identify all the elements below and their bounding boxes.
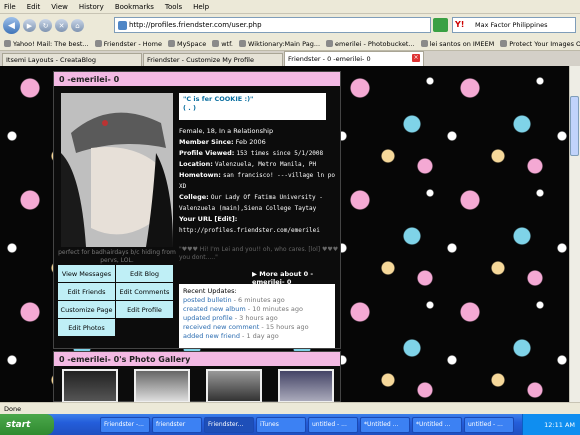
menu-help[interactable]: Help <box>193 3 209 11</box>
gallery-header: 0 -emerilei- 0's Photo Gallery <box>54 352 340 366</box>
address-bar[interactable]: http://profiles.friendster.com/user.php <box>114 17 431 33</box>
taskbar-item[interactable]: Friendster... <box>204 416 254 433</box>
myspace-icon <box>167 40 175 47</box>
profile-views: 153 times since 5/1/2008 <box>236 150 324 157</box>
bookmark-wiktionary[interactable]: Wiktionary:Main Pag... <box>238 40 320 48</box>
menu-history[interactable]: History <box>79 3 104 11</box>
profile-headline: "C is fer COOKIE :)" ( . ) <box>179 93 326 120</box>
photo-gallery: 0 -emerilei- 0's Photo Gallery <box>53 351 341 402</box>
page-content: 0 -emerilei- 0 perfect for badhairdays b… <box>0 66 580 402</box>
menu-bar: File Edit View History Bookmarks Tools H… <box>0 0 580 14</box>
gallery-thumbnail[interactable] <box>278 369 334 402</box>
profile-url[interactable]: http://profiles.friendster.com/emerilei <box>179 225 339 236</box>
profile-actions: View Messages Edit Blog Edit Friends Edi… <box>58 265 173 336</box>
reload-icon[interactable]: ↻ <box>39 19 52 32</box>
taskbar-item[interactable]: *Untitled ... <box>360 416 410 433</box>
bookmark-protect-images[interactable]: Protect Your Images O... <box>500 40 580 48</box>
taskbar-item[interactable]: Friendster -... <box>100 416 150 433</box>
close-tab-icon[interactable]: × <box>412 54 420 62</box>
imeem-icon <box>420 40 428 47</box>
address-url: http://profiles.friendster.com/user.php <box>129 21 262 29</box>
edit-blog-button[interactable]: Edit Blog <box>116 265 173 282</box>
update-item: created new album - 10 minutes ago <box>183 305 303 313</box>
edit-comments-button[interactable]: Edit Comments <box>116 283 173 300</box>
edit-friends-button[interactable]: Edit Friends <box>58 283 115 300</box>
yahoo-icon <box>4 40 11 47</box>
edit-profile-button[interactable]: Edit Profile <box>116 301 173 318</box>
recent-updates: Recent Updates: posted bulletin - 6 minu… <box>179 284 335 348</box>
bookmark-yahoo-mail[interactable]: Yahoo! Mail: The best... <box>4 40 89 48</box>
taskbar-item[interactable]: untitled - ... <box>308 416 358 433</box>
shield-icon <box>500 40 508 47</box>
bookmark-friendster-home[interactable]: Friendster - Home <box>94 40 162 48</box>
search-value: Max Factor Philippines <box>475 21 548 29</box>
profile-photo[interactable] <box>61 93 173 247</box>
photobucket-icon <box>326 40 334 47</box>
member-since: Feb 2006 <box>235 138 266 146</box>
gallery-thumbnail[interactable] <box>206 369 262 402</box>
customize-page-button[interactable]: Customize Page <box>58 301 115 318</box>
view-messages-button[interactable]: View Messages <box>58 265 115 282</box>
recent-updates-title: Recent Updates: <box>183 287 237 295</box>
forward-icon[interactable]: ▶ <box>23 19 36 32</box>
location: Valenzuela, Metro Manila, PH <box>214 161 317 168</box>
vertical-scrollbar[interactable] <box>569 66 580 402</box>
taskbar-item[interactable]: *Untitled ... <box>412 416 462 433</box>
menu-tools[interactable]: Tools <box>165 3 182 11</box>
tab-creatablog[interactable]: Itsemi Layouts - CreataBlog <box>2 53 142 66</box>
tab-friendster-profile[interactable]: Friendster - 0 -emerilei- 0 × <box>284 51 424 66</box>
update-item: updated profile - 3 hours ago <box>183 314 278 322</box>
taskbar-item[interactable]: friendster <box>152 416 202 433</box>
stop-icon[interactable]: ✕ <box>55 19 68 32</box>
bookmarks-toolbar: Yahoo! Mail: The best... Friendster - Ho… <box>0 37 580 51</box>
tab-customize-profile[interactable]: Friendster - Customize My Profile <box>143 53 283 66</box>
your-url-label[interactable]: Your URL [Edit]: <box>179 215 237 223</box>
menu-file[interactable]: File <box>4 3 16 11</box>
system-tray: 12:11 AM <box>522 414 580 435</box>
menu-bookmarks[interactable]: Bookmarks <box>115 3 154 11</box>
menu-edit[interactable]: Edit <box>27 3 41 11</box>
profile-status: Female, 18, In a Relationship <box>179 127 274 135</box>
home-icon[interactable]: ⌂ <box>71 19 84 32</box>
update-item: received new comment - 15 hours ago <box>183 323 309 331</box>
bookmark-wtf[interactable]: wtf. <box>212 40 233 48</box>
bookmark-imeem[interactable]: lei santos on IMEEM <box>420 40 494 48</box>
site-favicon-icon <box>118 21 127 30</box>
profile-header: 0 -emerilei- 0 <box>54 72 340 86</box>
profile-panel: 0 -emerilei- 0 perfect for badhairdays b… <box>53 71 341 349</box>
photo-caption: perfect for badhairdays b/c hiding from … <box>58 249 176 264</box>
taskbar-item[interactable]: iTunes <box>256 416 306 433</box>
page-icon <box>212 40 220 47</box>
update-item: posted bulletin - 6 minutes ago <box>183 296 285 304</box>
search-input[interactable]: Y! Max Factor Philippines <box>452 17 576 33</box>
clock: 12:11 AM <box>544 420 575 429</box>
start-button[interactable]: start <box>0 414 54 435</box>
bookmark-photobucket[interactable]: emerilei - Photobucket... <box>326 40 415 48</box>
profile-info: Female, 18, In a Relationship Member Sin… <box>179 126 339 236</box>
back-icon[interactable]: ◀ <box>3 17 20 34</box>
friendster-icon <box>94 40 102 47</box>
go-button[interactable] <box>433 18 448 32</box>
edit-photos-button[interactable]: Edit Photos <box>58 319 115 336</box>
update-item: added new friend - 1 day ago <box>183 332 279 340</box>
taskbar: start Friendster -... friendster Friends… <box>0 414 580 435</box>
yahoo-search-icon[interactable]: Y! <box>455 20 464 29</box>
status-bar: Done <box>0 402 580 414</box>
scrollbar-thumb[interactable] <box>570 96 579 156</box>
navigation-toolbar: ◀ ▶ ↻ ✕ ⌂ http://profiles.friendster.com… <box>0 14 580 37</box>
gallery-thumbnail[interactable] <box>62 369 118 402</box>
gallery-thumbnail[interactable] <box>134 369 190 402</box>
taskbar-item[interactable]: untitled - ... <box>464 416 514 433</box>
profile-quote: "♥♥♥ Hi! I'm Lei and you!! oh, who cares… <box>179 246 339 261</box>
tab-strip: Itsemi Layouts - CreataBlog Friendster -… <box>0 51 580 66</box>
bookmark-myspace[interactable]: MySpace <box>167 40 206 48</box>
wiki-icon <box>238 40 246 47</box>
menu-view[interactable]: View <box>51 3 68 11</box>
